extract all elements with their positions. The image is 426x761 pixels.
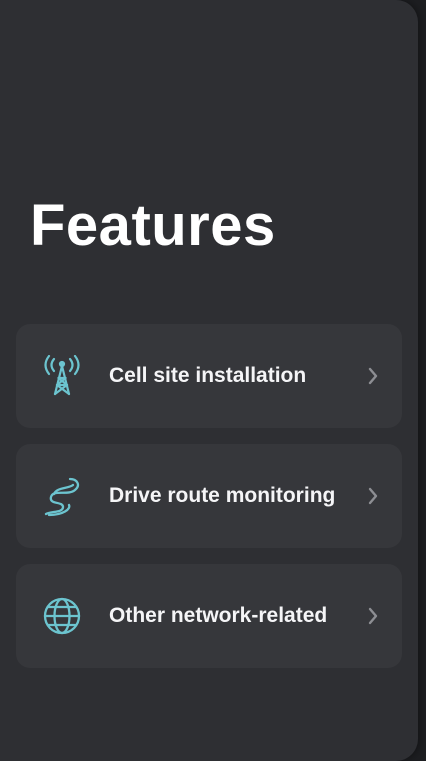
cell-tower-icon bbox=[40, 354, 84, 398]
chevron-right-icon bbox=[366, 486, 380, 506]
feature-other-network-related[interactable]: Other network-related bbox=[16, 564, 402, 668]
globe-icon bbox=[40, 594, 84, 638]
feature-cell-site-installation[interactable]: Cell site installation bbox=[16, 324, 402, 428]
feature-label: Drive route monitoring bbox=[109, 484, 336, 507]
feature-label: Other network-related bbox=[109, 604, 328, 627]
chevron-right-icon bbox=[366, 606, 380, 626]
route-icon bbox=[40, 474, 84, 518]
features-panel: Features Cell site installation Drive ro… bbox=[0, 0, 418, 761]
feature-list: Cell site installation Drive route monit… bbox=[16, 324, 402, 684]
chevron-right-icon bbox=[366, 366, 380, 386]
feature-label: Cell site installation bbox=[109, 364, 307, 387]
page-title: Features bbox=[30, 193, 276, 258]
feature-drive-route-monitoring[interactable]: Drive route monitoring bbox=[16, 444, 402, 548]
